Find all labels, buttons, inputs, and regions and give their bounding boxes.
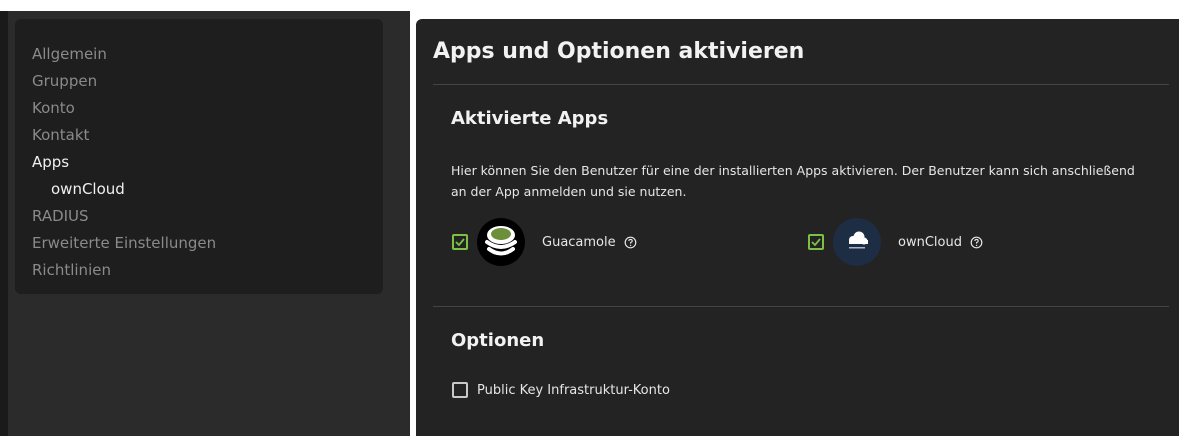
nav-item-apps[interactable]: Apps bbox=[32, 149, 383, 176]
nav-item-owncloud[interactable]: ownCloud bbox=[32, 176, 383, 203]
pki-account-checkbox[interactable] bbox=[452, 382, 468, 398]
nav-item-radius[interactable]: RADIUS bbox=[32, 203, 383, 230]
guacamole-logo-icon bbox=[477, 218, 525, 266]
nav-item-gruppen[interactable]: Gruppen bbox=[32, 68, 383, 95]
guacamole-label[interactable]: Guacamole bbox=[542, 235, 616, 250]
help-circle-icon[interactable] bbox=[970, 236, 983, 249]
checkmark-icon bbox=[811, 238, 821, 246]
app-owncloud: ownCloud bbox=[808, 218, 983, 266]
guacamole-checkbox[interactable] bbox=[452, 234, 468, 250]
nav-item-allgemein[interactable]: Allgemein bbox=[32, 41, 383, 68]
nav-item-richtlinien[interactable]: Richtlinien bbox=[32, 257, 383, 284]
apps-section-title: Aktivierte Apps bbox=[451, 108, 609, 129]
title-divider bbox=[433, 84, 1169, 85]
owncloud-checkbox[interactable] bbox=[808, 234, 824, 250]
help-circle-icon[interactable] bbox=[624, 236, 637, 249]
nav-item-erweiterte-einstellungen[interactable]: Erweiterte Einstellungen bbox=[32, 230, 383, 257]
page-title: Apps und Optionen aktivieren bbox=[433, 39, 805, 64]
options-section-title: Optionen bbox=[451, 330, 545, 351]
pki-account-label[interactable]: Public Key Infrastruktur-Konto bbox=[477, 383, 670, 398]
owncloud-label[interactable]: ownCloud bbox=[898, 235, 962, 250]
main-panel: Apps und Optionen aktivieren Aktivierte … bbox=[416, 19, 1179, 436]
app-guacamole: Guacamole bbox=[452, 218, 637, 266]
section-divider bbox=[433, 306, 1169, 307]
page: Allgemein Gruppen Konto Kontakt Apps own… bbox=[0, 0, 1179, 436]
apps-description: Hier können Sie den Benutzer für eine de… bbox=[451, 163, 1135, 199]
checkmark-icon bbox=[455, 238, 465, 246]
option-pki-account: Public Key Infrastruktur-Konto bbox=[452, 382, 670, 398]
nav-item-kontakt[interactable]: Kontakt bbox=[32, 122, 383, 149]
settings-nav: Allgemein Gruppen Konto Kontakt Apps own… bbox=[15, 19, 383, 294]
owncloud-logo-icon bbox=[833, 218, 881, 266]
nav-item-konto[interactable]: Konto bbox=[32, 95, 383, 122]
